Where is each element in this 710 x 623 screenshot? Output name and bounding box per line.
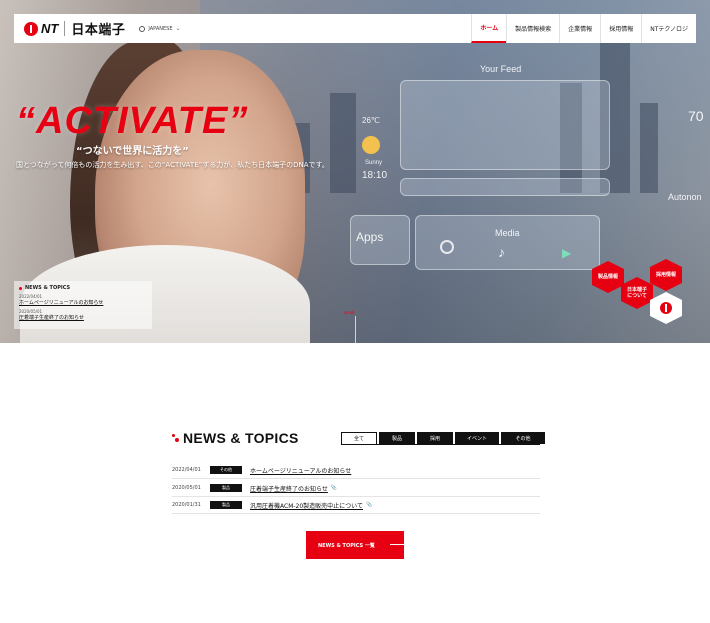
city-building bbox=[640, 103, 658, 193]
autonomy-label: Autonon bbox=[668, 192, 702, 202]
arrow-line-icon bbox=[390, 544, 404, 545]
tab-recruit[interactable]: 採用 bbox=[417, 432, 453, 444]
hero-news-heading: NEWS & TOPICS bbox=[19, 285, 147, 291]
red-dot-icon bbox=[19, 286, 22, 290]
news-category-badge: その他 bbox=[210, 466, 242, 474]
language-label: JAPANESE bbox=[148, 25, 173, 32]
hero-tagline: “つないで世界に活力を” bbox=[76, 146, 189, 157]
hero-slogan: “ACTIVATE” bbox=[16, 100, 249, 142]
news-list-button[interactable]: NEWS & TOPICS 一覧 bbox=[306, 531, 404, 559]
feed-label: Your Feed bbox=[480, 64, 522, 74]
scroll-indicator[interactable] bbox=[355, 316, 356, 343]
news-heading: NEWS & TOPICS bbox=[172, 430, 299, 446]
site-logo[interactable]: NT 日本端子 bbox=[14, 14, 125, 43]
temperature-label: 26℃ bbox=[362, 116, 380, 125]
news-item[interactable]: 2020/01/31 製品 汎用圧着機ACM-20製造販売中止について 📎 bbox=[172, 497, 540, 514]
feed-bar bbox=[400, 178, 610, 196]
news-item[interactable]: 2022/04/01 その他 ホームページリニューアルのお知らせ bbox=[172, 462, 540, 479]
globe-icon bbox=[139, 25, 146, 32]
news-tabs: 全て 製品 採用 イベント その他 bbox=[341, 432, 547, 444]
news-category-badge: 製品 bbox=[210, 501, 242, 509]
play-icon: ▶ bbox=[562, 246, 572, 260]
news-item[interactable]: 2020/05/01 製品 圧着端子生産終了のお知らせ 📎 bbox=[172, 480, 540, 497]
nav-item-company[interactable]: 企業情報 bbox=[559, 14, 600, 43]
hero-subline: 国とつながって何倍もの活力を生み出す、この“ACTIVATE”する力が、私たち日… bbox=[16, 161, 329, 169]
music-icon: ♪ bbox=[498, 244, 505, 260]
language-selector[interactable]: JAPANESE ⌄ bbox=[139, 14, 181, 43]
news-date: 2022/04/01 bbox=[172, 467, 201, 473]
nav-item-home[interactable]: ホーム bbox=[471, 14, 507, 43]
logo-nt-text: NT bbox=[41, 21, 59, 36]
news-title: NEWS & TOPICS bbox=[183, 430, 299, 446]
hero-news-link[interactable]: 圧着端子生産終了のお知らせ bbox=[19, 314, 147, 321]
logo-mark-icon bbox=[24, 21, 38, 36]
pdf-icon: 📎 bbox=[330, 485, 338, 491]
news-date: 2020/01/31 bbox=[172, 502, 201, 508]
main-nav: ホーム 製品情報検索 企業情報 採用情報 NTテクノロジ bbox=[471, 14, 696, 43]
news-date: 2020/05/01 bbox=[172, 485, 201, 491]
apps-label: Apps bbox=[356, 230, 384, 244]
news-link[interactable]: 圧着端子生産終了のお知らせ bbox=[250, 484, 328, 493]
chevron-down-icon: ⌄ bbox=[175, 25, 181, 32]
logo-divider bbox=[64, 21, 66, 36]
time-label: 18:10 bbox=[362, 170, 388, 181]
media-label: Media bbox=[495, 228, 520, 238]
hero-news-box: NEWS & TOPICS 2022/04/01 ホームページリニューアルのお知… bbox=[14, 281, 152, 329]
news-link[interactable]: ホームページリニューアルのお知らせ bbox=[250, 466, 351, 475]
news-list-label: NEWS & TOPICS 一覧 bbox=[318, 542, 375, 549]
hero-news-item[interactable]: 2020/05/01 圧着端子生産終了のお知らせ bbox=[19, 309, 147, 321]
feed-panel bbox=[400, 80, 610, 170]
logo-company-name: 日本端子 bbox=[71, 23, 126, 38]
news-dots-icon bbox=[172, 432, 180, 444]
news-link[interactable]: 汎用圧着機ACM-20製造販売中止について bbox=[250, 501, 363, 510]
nav-item-nt-technology[interactable]: NTテクノロジ bbox=[641, 14, 696, 43]
logo-mark-icon bbox=[660, 302, 672, 314]
scroll-label: scroll bbox=[344, 310, 355, 315]
nav-item-product-search[interactable]: 製品情報検索 bbox=[506, 14, 559, 43]
hero-news-title: NEWS & TOPICS bbox=[25, 285, 71, 291]
news-category-badge: 製品 bbox=[210, 484, 242, 492]
speed-label: 70 bbox=[688, 108, 704, 124]
tabs-underline bbox=[341, 444, 540, 445]
hero: Your Feed 26℃ Sunny 18:10 Apps Media ♪ ▶… bbox=[0, 0, 710, 343]
tab-other[interactable]: その他 bbox=[501, 432, 545, 444]
tab-events[interactable]: イベント bbox=[455, 432, 499, 444]
sun-icon bbox=[362, 136, 380, 154]
city-building bbox=[330, 93, 356, 193]
nav-item-recruit[interactable]: 採用情報 bbox=[600, 14, 641, 43]
circle-icon bbox=[440, 240, 454, 254]
pdf-icon: 📎 bbox=[366, 502, 373, 508]
hero-news-link[interactable]: ホームページリニューアルのお知らせ bbox=[19, 299, 147, 306]
tab-all[interactable]: 全て bbox=[341, 432, 377, 444]
site-header: NT 日本端子 JAPANESE ⌄ ホーム 製品情報検索 企業情報 採用情報 … bbox=[14, 14, 696, 43]
hero-news-item[interactable]: 2022/04/01 ホームページリニューアルのお知らせ bbox=[19, 294, 147, 306]
tab-products[interactable]: 製品 bbox=[379, 432, 415, 444]
weather-label: Sunny bbox=[365, 160, 383, 166]
